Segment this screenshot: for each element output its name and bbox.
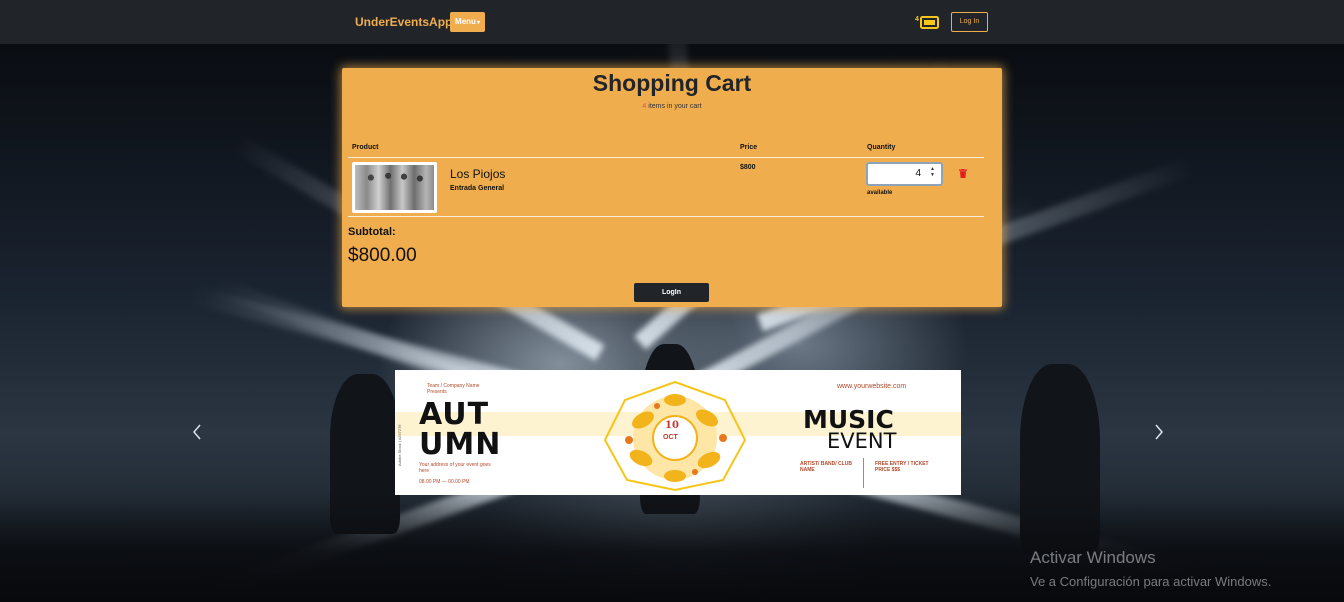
login-nav-button[interactable]: Log In: [951, 12, 988, 32]
item-price: $800: [740, 164, 756, 171]
carousel-next-button[interactable]: [1153, 424, 1165, 440]
windows-watermark-text: Ve a Configuración para activar Windows.: [1030, 574, 1272, 589]
chevron-right-icon: [1155, 424, 1163, 440]
product-thumbnail: [352, 162, 437, 213]
cart-badge: 4: [915, 16, 919, 23]
slide-presents: Presents: [427, 389, 447, 395]
slide-stock-id: Adobe Stock | #297276: [397, 424, 402, 466]
spinner-arrows-icon[interactable]: ▲ ▼: [930, 166, 935, 178]
windows-watermark-title: Activar Windows: [1030, 548, 1156, 567]
shopping-cart-card: Shopping Cart 4 items in your cart Produ…: [342, 68, 1002, 307]
product-name[interactable]: Los Piojos: [450, 167, 505, 181]
slide-event: EVENT: [827, 429, 897, 453]
column-header-quantity: Quantity: [867, 144, 896, 151]
menu-dropdown-button[interactable]: Menu▾: [450, 12, 485, 32]
page-title: Shopping Cart: [592, 70, 752, 96]
slide-day: 10: [665, 420, 679, 431]
ticket-icon: 4: [915, 16, 939, 29]
trash-icon[interactable]: [959, 169, 967, 178]
subtotal-value: $800.00: [348, 245, 417, 266]
event-carousel-slide[interactable]: Team / Company Name Presents www.yourweb…: [395, 370, 961, 495]
subtotal-label: Subtotal:: [348, 226, 396, 238]
slide-time: 08.00 PM — 00.00 PM: [419, 479, 470, 485]
login-button[interactable]: LogIn: [634, 283, 709, 302]
ticket-type: Entrada General: [450, 185, 505, 192]
chevron-left-icon: [193, 424, 201, 440]
column-header-price: Price: [740, 144, 758, 151]
cart-button[interactable]: 4: [914, 13, 940, 31]
cart-item-count: 4 items in your cart: [342, 103, 1002, 110]
availability-text: available: [867, 190, 893, 196]
slide-address: Your address of your event goes here: [419, 462, 491, 474]
slide-artist: ARTIST/ BAND/ CLUB NAME: [800, 461, 852, 473]
slide-website: www.yourwebsite.com: [837, 383, 907, 390]
brand-link[interactable]: UnderEventsApp: [355, 15, 452, 29]
menu-label: Menu: [455, 17, 476, 26]
quantity-stepper[interactable]: 4 ▲ ▼: [866, 162, 943, 186]
caret-down-icon: ▾: [476, 20, 480, 26]
carousel-prev-button[interactable]: [191, 424, 203, 440]
navbar: UnderEventsApp Menu▾ 4 Log In: [0, 0, 1344, 44]
slide-title: AUT UMN: [419, 397, 502, 462]
row-divider: [348, 216, 984, 217]
header-divider: [348, 157, 984, 158]
slide-month: OCT: [663, 434, 678, 441]
quantity-value: 4: [915, 168, 921, 179]
column-header-product: Product: [352, 144, 379, 151]
slide-entry: FREE ENTRY / TICKET PRICE $$$: [875, 461, 929, 473]
item-count-text: items in your cart: [646, 103, 702, 110]
